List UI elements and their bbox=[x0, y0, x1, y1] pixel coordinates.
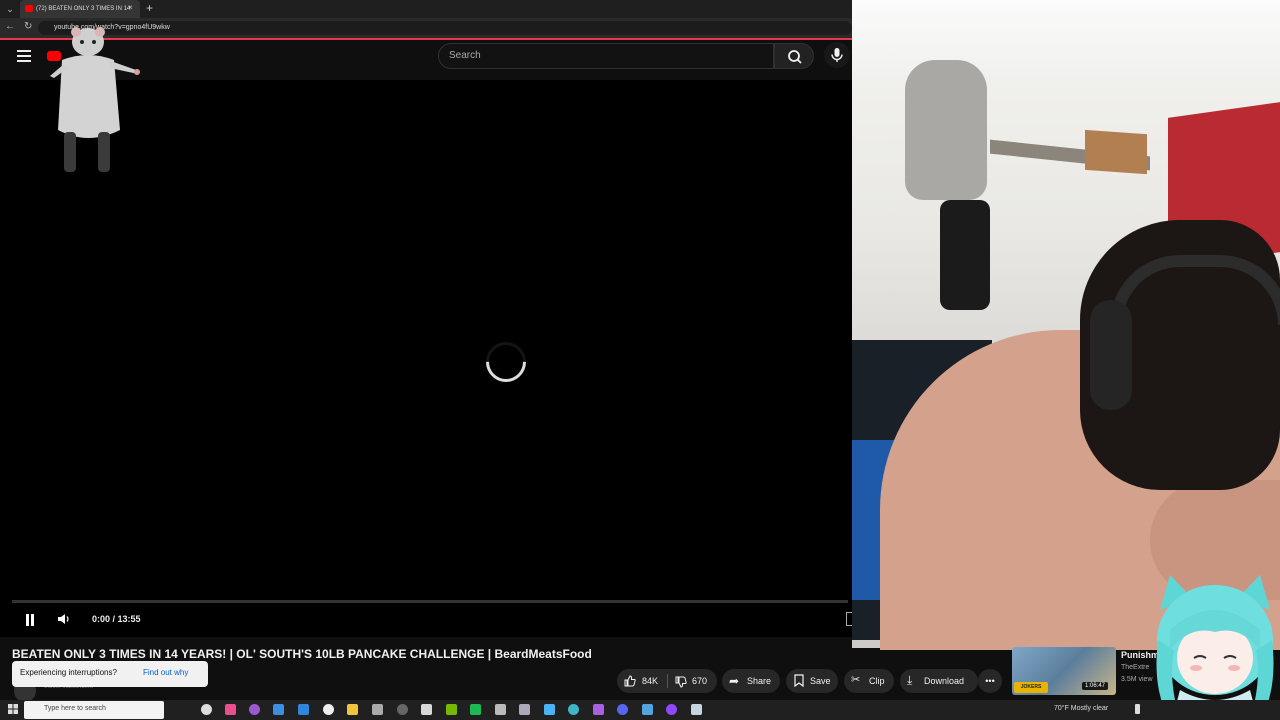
taskbar-app-icon[interactable] bbox=[642, 704, 653, 715]
suggested-channel: TheExtre bbox=[1121, 664, 1150, 671]
save-label: Save bbox=[810, 676, 831, 686]
taskbar-app-icon[interactable] bbox=[298, 704, 309, 715]
thumbs-up-icon[interactable] bbox=[624, 675, 636, 687]
taskbar-app-icon[interactable] bbox=[593, 704, 604, 715]
download-label: Download bbox=[924, 676, 965, 686]
microphone-icon bbox=[831, 48, 843, 62]
taskbar-app-icon[interactable] bbox=[323, 704, 334, 715]
share-label: Share bbox=[747, 676, 772, 686]
taskbar-app-icon[interactable] bbox=[372, 704, 383, 715]
like-count[interactable]: 84K bbox=[642, 669, 658, 693]
reload-icon[interactable]: ↻ bbox=[24, 21, 32, 32]
taskbar-app-icon[interactable] bbox=[470, 704, 481, 715]
find-out-why-link[interactable]: Find out why bbox=[143, 668, 188, 677]
search-button[interactable] bbox=[774, 43, 814, 69]
tab-search-menu-icon[interactable]: ⌄ bbox=[4, 3, 16, 15]
volume-icon bbox=[58, 614, 69, 624]
tab-close-icon[interactable]: × bbox=[128, 3, 133, 12]
battery-icon[interactable] bbox=[1135, 704, 1140, 714]
volume-button[interactable] bbox=[57, 612, 71, 626]
clip-label: Clip bbox=[869, 676, 885, 686]
dancing-hamster-sticker bbox=[50, 27, 140, 172]
taskbar-app-icon[interactable] bbox=[519, 704, 530, 715]
webcam-boxes bbox=[1085, 129, 1147, 175]
youtube-favicon-icon bbox=[25, 5, 33, 12]
scissors-icon: ✂ bbox=[851, 674, 861, 686]
hamburger-menu-icon[interactable] bbox=[17, 50, 31, 62]
more-actions-button[interactable]: ••• bbox=[978, 669, 1002, 693]
taskbar-app-icon[interactable] bbox=[347, 704, 358, 715]
taskbar-app-icon[interactable] bbox=[421, 704, 432, 715]
taskbar-app-icon[interactable] bbox=[446, 704, 457, 715]
bookmark-icon bbox=[794, 674, 804, 687]
dislike-count[interactable]: 670 bbox=[692, 669, 707, 693]
interruptions-text: Experiencing interruptions? bbox=[20, 668, 117, 677]
webcam-backpack bbox=[905, 60, 987, 200]
taskbar-app-icon[interactable] bbox=[397, 704, 408, 715]
taskbar-app-icon[interactable] bbox=[225, 704, 236, 715]
new-tab-button[interactable]: + bbox=[146, 1, 153, 15]
video-title: BEATEN ONLY 3 TIMES IN 14 YEARS! | OL' S… bbox=[12, 647, 592, 661]
taskbar-app-icon[interactable] bbox=[666, 704, 677, 715]
taskbar-search-placeholder: Type here to search bbox=[44, 705, 106, 712]
suggested-thumbnail-badge: JOKERS bbox=[1014, 682, 1048, 693]
browser-tab[interactable]: (72) BEATEN ONLY 3 TIMES IN 14 bbox=[20, 0, 140, 18]
pill-divider bbox=[667, 674, 668, 688]
tab-title: (72) BEATEN ONLY 3 TIMES IN 14 bbox=[36, 6, 131, 12]
taskbar-app-icon[interactable] bbox=[495, 704, 506, 715]
suggested-views: 3.5M view bbox=[1121, 676, 1153, 683]
taskbar-app-icon[interactable] bbox=[617, 704, 628, 715]
taskbar-weather[interactable]: 70°F Mostly clear bbox=[1054, 705, 1108, 712]
back-arrow-icon[interactable]: ← bbox=[5, 21, 15, 32]
windows-start-icon[interactable] bbox=[8, 704, 18, 714]
taskbar-app-icon[interactable] bbox=[249, 704, 260, 715]
thumbs-down-icon[interactable] bbox=[675, 676, 687, 688]
search-icon bbox=[788, 50, 802, 64]
pause-button[interactable] bbox=[26, 613, 38, 627]
anime-vtuber-sticker bbox=[1156, 575, 1274, 720]
suggested-duration: 1:06:47 bbox=[1082, 682, 1109, 690]
search-input[interactable]: Search bbox=[438, 43, 774, 69]
time-display: 0:00 / 13:55 bbox=[92, 614, 141, 624]
webcam-dark-bag bbox=[940, 200, 990, 310]
taskbar-app-icon[interactable] bbox=[273, 704, 284, 715]
headphone-earcup bbox=[1090, 300, 1132, 410]
share-arrow-icon: ➦ bbox=[729, 674, 740, 688]
download-icon: ⤓ bbox=[907, 673, 913, 687]
taskbar-app-icon[interactable] bbox=[544, 704, 555, 715]
voice-search-button[interactable] bbox=[824, 42, 850, 68]
taskbar-app-icon[interactable] bbox=[568, 704, 579, 715]
progress-bar[interactable] bbox=[12, 600, 848, 603]
taskbar-app-icon[interactable] bbox=[691, 704, 702, 715]
taskbar-app-icon[interactable] bbox=[201, 704, 212, 715]
